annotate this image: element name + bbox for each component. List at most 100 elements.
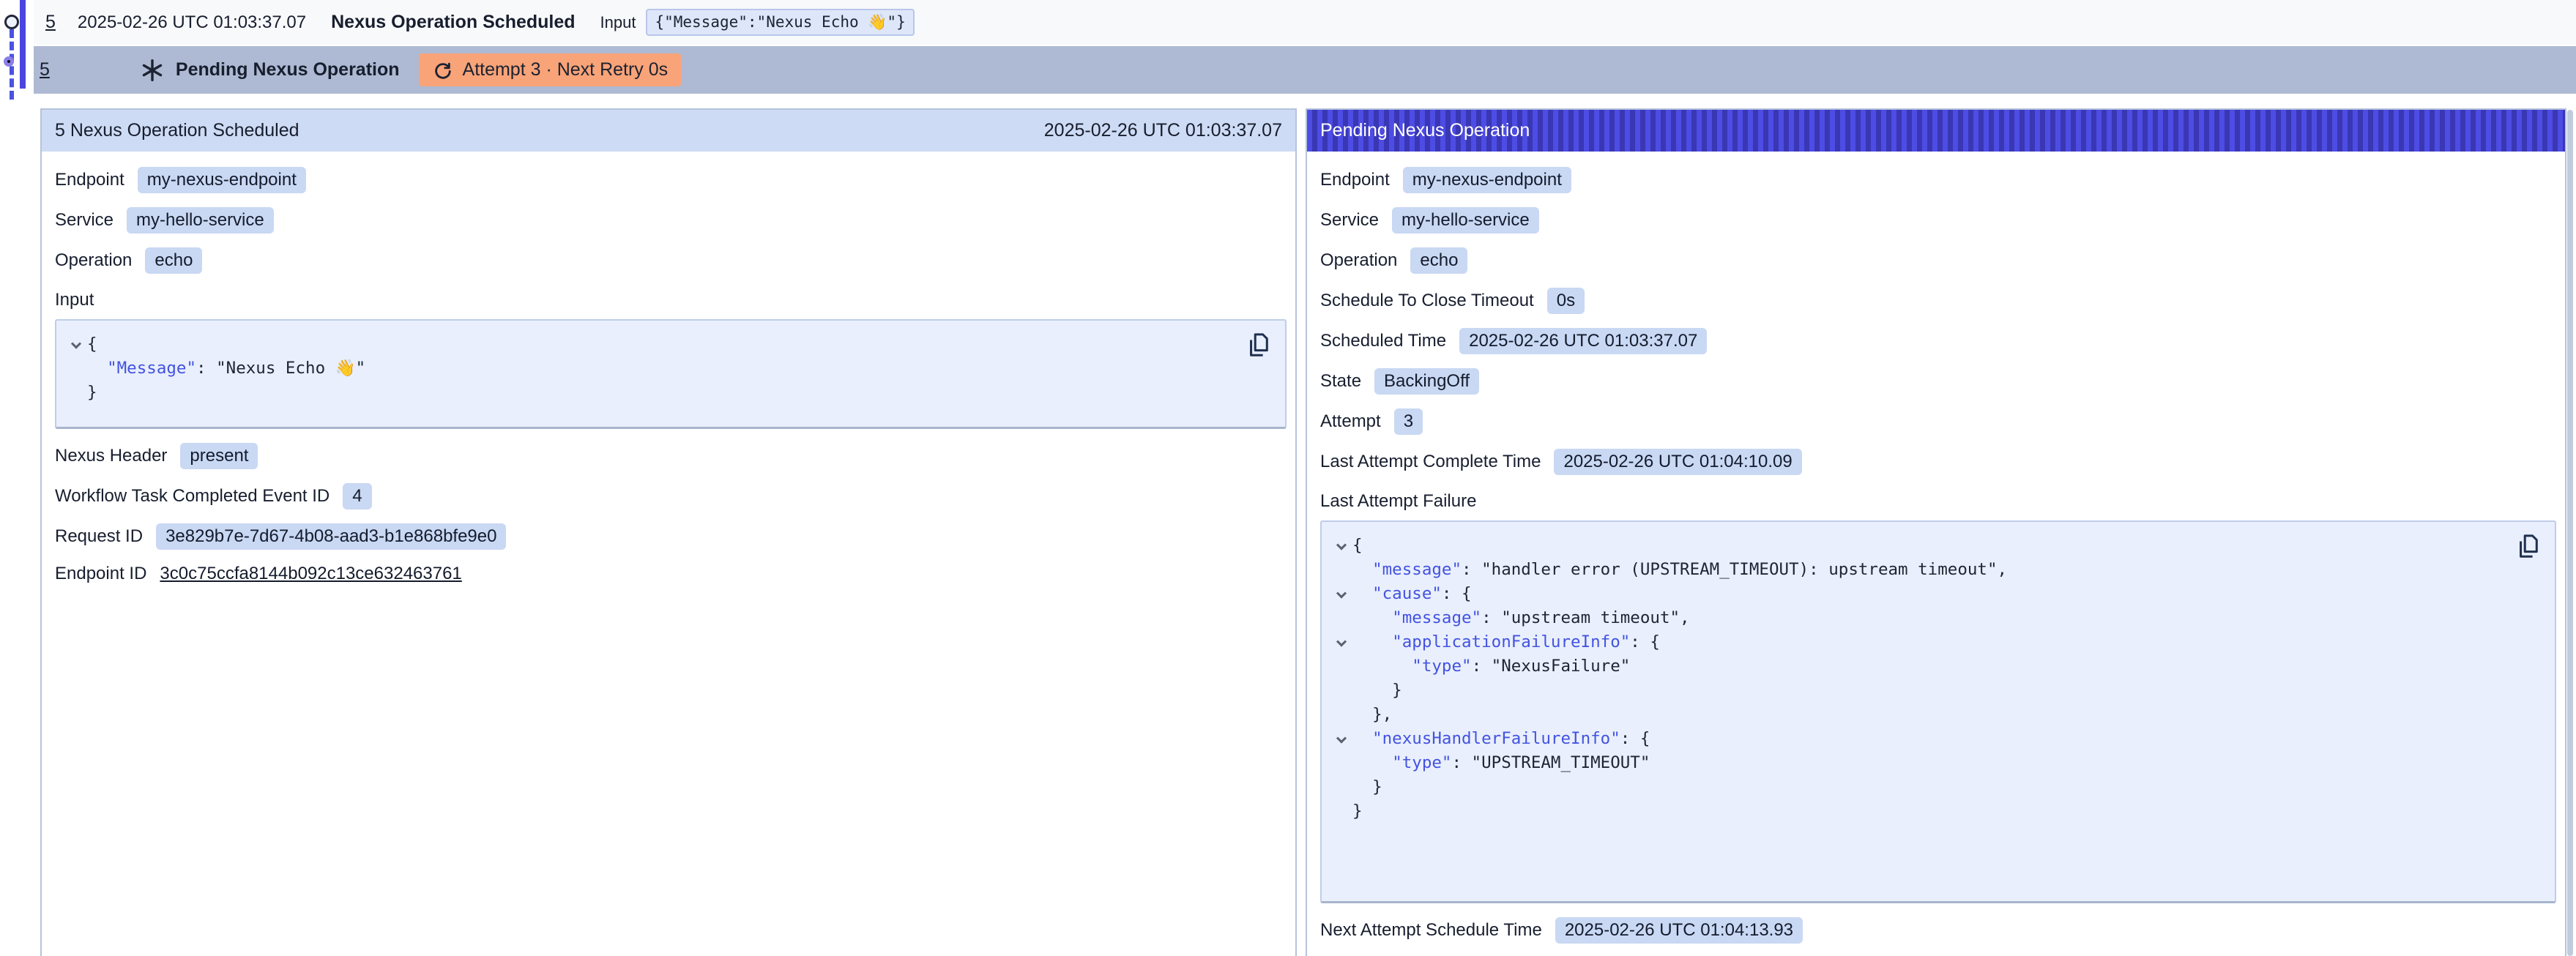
json-gutter: [1330, 751, 1352, 775]
json-line-text: "message": "upstream timeout",: [1352, 606, 1690, 630]
json-gutter: [65, 356, 87, 381]
field-value-chip: 0s: [1547, 288, 1585, 314]
collapse-chevron-icon[interactable]: [1336, 588, 1347, 598]
field-endpoint: Endpointmy-nexus-endpoint: [1320, 167, 2556, 193]
field-label: Attempt: [1320, 411, 1381, 432]
event-title: Pending Nexus Operation: [176, 59, 400, 81]
json-gutter: [65, 381, 87, 405]
json-line-text: },: [1352, 703, 1392, 727]
detail-card-timestamp: 2025-02-26 UTC 01:03:37.07: [1044, 120, 1282, 141]
field-attempt: Attempt3: [1320, 408, 2556, 435]
field-label: Operation: [55, 250, 132, 271]
vertical-scrollbar[interactable]: [2567, 110, 2573, 956]
field-label: Scheduled Time: [1320, 331, 1446, 351]
event-input-value-chip: {"Message":"Nexus Echo 👋"}: [646, 9, 914, 36]
field-label: Next Attempt Schedule Time: [1320, 920, 1542, 941]
field-label: Endpoint ID: [55, 564, 146, 584]
json-line: {: [65, 332, 1241, 356]
field-value-chip: 2025-02-26 UTC 01:04:10.09: [1554, 449, 1801, 475]
json-line: "applicationFailureInfo": {: [1330, 630, 2511, 654]
json-gutter: [1330, 679, 1352, 703]
field-endpoint-id: Endpoint ID 3c0c75ccfa8144b092c13ce632463…: [55, 564, 1287, 584]
field-last-attempt-complete-time: Last Attempt Complete Time 2025-02-26 UTC…: [1320, 449, 2556, 475]
field-scheduled-time: Scheduled Time 2025-02-26 UTC 01:03:37.07: [1320, 328, 2556, 354]
json-line-text: {: [87, 332, 97, 356]
field-schedule-to-close-timeout: Schedule To Close Timeout0s: [1320, 288, 2556, 314]
json-line-text: }: [1352, 679, 1402, 703]
json-line: "message": "handler error (UPSTREAM_TIME…: [1330, 558, 2511, 582]
field-request-id: Request ID 3e829b7e-7d67-4b08-aad3-b1e868…: [55, 523, 1287, 550]
field-label: Last Attempt Complete Time: [1320, 452, 1541, 472]
detail-card-body: Endpointmy-nexus-endpoint Service my-hello…: [42, 152, 1295, 584]
collapse-chevron-icon[interactable]: [1336, 733, 1347, 743]
field-value-chip: BackingOff: [1374, 368, 1479, 395]
json-line-text: {: [1352, 534, 1363, 558]
field-value-chip: echo: [145, 247, 202, 274]
input-json-block: { "Message": "Nexus Echo 👋"}: [55, 319, 1287, 429]
json-line: "type": "NexusFailure": [1330, 654, 2511, 679]
field-value-chip: 2025-02-26 UTC 01:04:13.93: [1555, 917, 1803, 944]
json-line-text: }: [1352, 775, 1382, 799]
json-gutter: [1330, 703, 1352, 727]
field-label: Endpoint: [1320, 170, 1390, 190]
collapse-chevron-icon[interactable]: [71, 338, 81, 348]
json-line-text: "Message": "Nexus Echo 👋": [87, 356, 365, 381]
retry-refresh-icon: [432, 60, 453, 81]
attempt-retry-text: Attempt 3 · Next Retry 0s: [463, 59, 669, 81]
field-value-chip: 3e829b7e-7d67-4b08-aad3-b1e868bfe9e0: [156, 523, 506, 550]
field-state: StateBackingOff: [1320, 368, 2556, 395]
field-label: Endpoint: [55, 170, 124, 190]
field-label: Service: [55, 210, 113, 231]
attempt-retry-badge: Attempt 3 · Next Retry 0s: [419, 53, 682, 86]
field-operation: Operation echo: [55, 247, 1287, 274]
field-service: Servicemy-hello-service: [1320, 207, 2556, 234]
json-line: "type": "UPSTREAM_TIMEOUT": [1330, 751, 2511, 775]
json-gutter: [1330, 799, 1352, 824]
field-value-link[interactable]: 3c0c75ccfa8144b092c13ce632463761: [160, 564, 461, 584]
detail-card-header: 5 Nexus Operation Scheduled 2025-02-26 U…: [42, 110, 1295, 152]
json-line: },: [1330, 703, 2511, 727]
field-label: Operation: [1320, 250, 1397, 271]
json-line-text: "cause": {: [1352, 582, 1472, 606]
json-line-text: "type": "UPSTREAM_TIMEOUT": [1352, 751, 1650, 775]
field-label: Request ID: [55, 526, 143, 547]
detail-card-title: 5 Nexus Operation Scheduled: [55, 120, 299, 141]
field-endpoint: Endpointmy-nexus-endpoint: [55, 167, 1287, 193]
timeline-active-range-bar: [20, 0, 26, 89]
event-title: Nexus Operation Scheduled: [331, 12, 575, 33]
collapse-chevron-icon[interactable]: [1336, 636, 1347, 646]
json-gutter: [65, 332, 87, 356]
field-next-attempt-schedule-time: Next Attempt Schedule Time 2025-02-26 UTC…: [1320, 917, 2556, 944]
field-operation: Operationecho: [1320, 247, 2556, 274]
field-value-chip: present: [180, 443, 258, 469]
json-line-text: "applicationFailureInfo": {: [1352, 630, 1660, 654]
timeline-event-dot-current: [4, 56, 14, 67]
json-gutter: [1330, 606, 1352, 630]
event-row-scheduled[interactable]: 5 2025-02-26 UTC 01:03:37.07 Nexus Opera…: [34, 0, 2576, 45]
json-gutter: [1330, 558, 1352, 582]
event-id-link[interactable]: 5: [45, 12, 56, 33]
json-line: "nexusHandlerFailureInfo": {: [1330, 727, 2511, 751]
json-gutter: [1330, 727, 1352, 751]
json-line: {: [1330, 534, 2511, 558]
field-value-chip: 4: [343, 483, 371, 509]
event-id-link[interactable]: 5: [40, 59, 50, 81]
event-row-pending[interactable]: 5 Pending Nexus Operation Attempt 3 · Ne…: [34, 46, 2576, 94]
copy-icon[interactable]: [2514, 532, 2542, 563]
json-gutter: [1330, 775, 1352, 799]
copy-icon[interactable]: [1244, 331, 1272, 362]
pending-card-header: Pending Nexus Operation: [1307, 110, 2565, 152]
field-label: Nexus Header: [55, 446, 167, 466]
json-line: }: [1330, 799, 2511, 824]
field-value-chip: my-hello-service: [127, 207, 274, 234]
timeline-event-dot-open: [4, 15, 19, 29]
json-gutter: [1330, 654, 1352, 679]
collapse-chevron-icon[interactable]: [1336, 539, 1347, 550]
json-gutter: [1330, 582, 1352, 606]
json-line: }: [1330, 679, 2511, 703]
failure-section-label: Last Attempt Failure: [1320, 491, 2556, 512]
json-line: "Message": "Nexus Echo 👋": [65, 356, 1241, 381]
json-line-text: "nexusHandlerFailureInfo": {: [1352, 727, 1650, 751]
field-value-chip: 2025-02-26 UTC 01:03:37.07: [1459, 328, 1707, 354]
input-section-label: Input: [55, 290, 1287, 310]
